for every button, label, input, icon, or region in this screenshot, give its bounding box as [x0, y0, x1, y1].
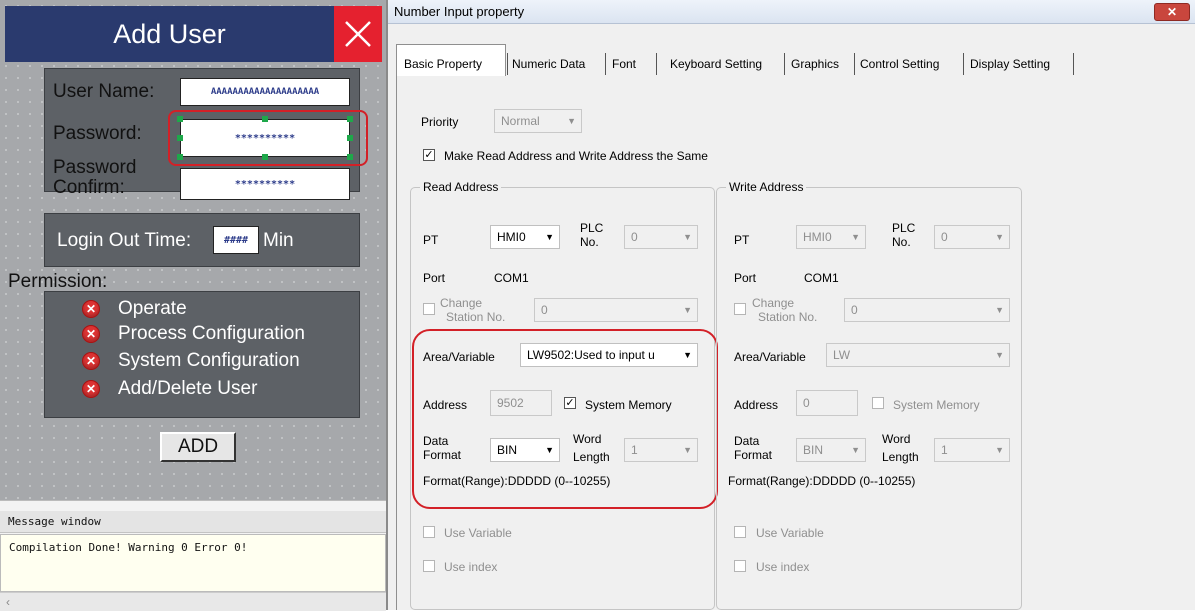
- read-change-station-checkbox[interactable]: [423, 303, 435, 315]
- selection-handle[interactable]: [347, 154, 353, 160]
- same-address-checkbox[interactable]: ✓: [423, 149, 435, 161]
- selection-handle[interactable]: [347, 135, 353, 141]
- write-area-label: Area/Variable: [734, 350, 806, 364]
- selection-handle[interactable]: [177, 154, 183, 160]
- tab-display-setting[interactable]: Display Setting: [970, 53, 1050, 75]
- tab-numeric-data[interactable]: Numeric Data: [512, 53, 585, 75]
- logout-time-unit: Min: [263, 230, 294, 251]
- read-use-index-checkbox[interactable]: [423, 560, 435, 572]
- selection-handle[interactable]: [347, 116, 353, 122]
- permission-label: Permission:: [8, 271, 108, 292]
- read-pt-select[interactable]: HMI0 ▼: [490, 225, 560, 249]
- write-area-select[interactable]: LW ▼: [826, 343, 1010, 367]
- tab-keyboard-setting[interactable]: Keyboard Setting: [670, 53, 762, 75]
- denied-icon[interactable]: ✕: [82, 380, 100, 398]
- write-word-length-select[interactable]: 1 ▼: [934, 438, 1010, 462]
- permission-item: Operate: [118, 298, 187, 319]
- message-text: Compilation Done! Warning 0 Error 0!: [0, 534, 386, 592]
- read-port-label: Port: [423, 271, 446, 285]
- write-use-variable-checkbox[interactable]: [734, 526, 746, 538]
- read-use-index-label: Use index: [444, 560, 498, 574]
- read-change-label-line1: Change: [440, 296, 483, 310]
- write-plc-select[interactable]: 0 ▼: [934, 225, 1010, 249]
- priority-label: Priority: [421, 115, 459, 129]
- horizontal-scrollbar[interactable]: ‹: [0, 592, 386, 611]
- write-change-label-line2: Station No.: [758, 310, 818, 324]
- tab-basic-property[interactable]: Basic Property: [404, 53, 482, 75]
- write-address-title: Write Address: [726, 180, 807, 194]
- write-change-station-select[interactable]: 0 ▼: [844, 298, 1010, 322]
- read-plc-select[interactable]: 0 ▼: [624, 225, 698, 249]
- highlight-oval: [168, 110, 368, 166]
- message-window-title: Message window: [0, 511, 386, 533]
- write-format-range: Format(Range):DDDDD (0--10255): [728, 474, 916, 488]
- close-icon[interactable]: ✕: [1154, 3, 1190, 21]
- highlight-oval: [412, 329, 718, 509]
- read-address-title: Read Address: [420, 180, 502, 194]
- permission-item: System Configuration: [118, 350, 300, 371]
- tab-graphics[interactable]: Graphics: [791, 53, 839, 75]
- password-confirm-label-line2: Confirm:: [53, 177, 125, 198]
- write-plc-label-line2: No.: [892, 235, 911, 249]
- write-use-index-checkbox[interactable]: [734, 560, 746, 572]
- logout-time-field[interactable]: ####: [213, 226, 259, 254]
- scroll-left-icon[interactable]: ‹: [6, 595, 10, 609]
- selection-handle[interactable]: [262, 116, 268, 122]
- logout-time-label: Login Out Time:: [57, 230, 192, 251]
- add-user-title: Add User: [5, 6, 334, 62]
- user-name-label: User Name:: [53, 81, 155, 102]
- permission-item: Process Configuration: [118, 323, 305, 344]
- tab-control-setting[interactable]: Control Setting: [860, 53, 939, 75]
- denied-icon[interactable]: ✕: [82, 325, 100, 343]
- write-change-station-checkbox[interactable]: [734, 303, 746, 315]
- hmi-design-canvas: Add User User Name: AAAAAAAAAAAAAAAAAAAA…: [0, 0, 386, 611]
- permission-item: Add/Delete User: [118, 378, 258, 399]
- read-pt-label: PT: [423, 233, 439, 247]
- read-change-station-select[interactable]: 0 ▼: [534, 298, 698, 322]
- selection-handle[interactable]: [177, 116, 183, 122]
- same-address-label: Make Read Address and Write Address the …: [444, 149, 708, 163]
- write-pt-select[interactable]: HMI0 ▼: [796, 225, 866, 249]
- write-word-length-label-line2: Length: [882, 450, 919, 464]
- write-pt-label: PT: [734, 233, 750, 247]
- write-change-label-line1: Change: [752, 296, 795, 310]
- write-system-memory-checkbox[interactable]: [872, 397, 884, 409]
- denied-icon[interactable]: ✕: [82, 300, 100, 318]
- tab-font[interactable]: Font: [612, 53, 636, 75]
- dialog-title: Number Input property: [388, 0, 1195, 24]
- write-data-format-select[interactable]: BIN ▼: [796, 438, 866, 462]
- write-plc-label-line1: PLC: [892, 221, 916, 235]
- write-data-format-label-line1: Data: [734, 434, 760, 448]
- read-change-label-line2: Station No.: [446, 310, 506, 324]
- write-address-input[interactable]: 0: [796, 390, 858, 416]
- write-data-format-label-line2: Format: [734, 448, 773, 462]
- write-port-label: Port: [734, 271, 757, 285]
- password-confirm-label-line1: Password: [53, 157, 137, 178]
- priority-select[interactable]: Normal ▼: [494, 109, 582, 133]
- message-window: Message window Compilation Done! Warning…: [0, 500, 386, 611]
- read-plc-label-line2: No.: [580, 235, 599, 249]
- write-use-variable-label: Use Variable: [756, 526, 824, 540]
- read-use-variable-label: Use Variable: [444, 526, 512, 540]
- selection-handle[interactable]: [262, 154, 268, 160]
- close-icon[interactable]: [334, 6, 382, 62]
- password-label: Password:: [53, 123, 142, 144]
- hmi-screen: Add User User Name: AAAAAAAAAAAAAAAAAAAA…: [0, 0, 386, 500]
- read-plc-label-line1: PLC: [580, 221, 604, 235]
- denied-icon[interactable]: ✕: [82, 352, 100, 370]
- write-system-memory-label: System Memory: [893, 398, 980, 412]
- read-port-value: COM1: [494, 271, 529, 285]
- write-address-label: Address: [734, 398, 779, 412]
- add-button[interactable]: ADD: [160, 432, 236, 462]
- read-use-variable-checkbox[interactable]: [423, 526, 435, 538]
- selection-handle[interactable]: [177, 135, 183, 141]
- write-port-value: COM1: [804, 271, 839, 285]
- number-input-property-dialog: Number Input property ✕ Basic Property N…: [386, 0, 1195, 610]
- password-confirm-field[interactable]: **********: [180, 168, 350, 200]
- user-name-field[interactable]: AAAAAAAAAAAAAAAAAAAA: [180, 78, 350, 106]
- write-use-index-label: Use index: [756, 560, 810, 574]
- write-word-length-label-line1: Word: [882, 432, 911, 446]
